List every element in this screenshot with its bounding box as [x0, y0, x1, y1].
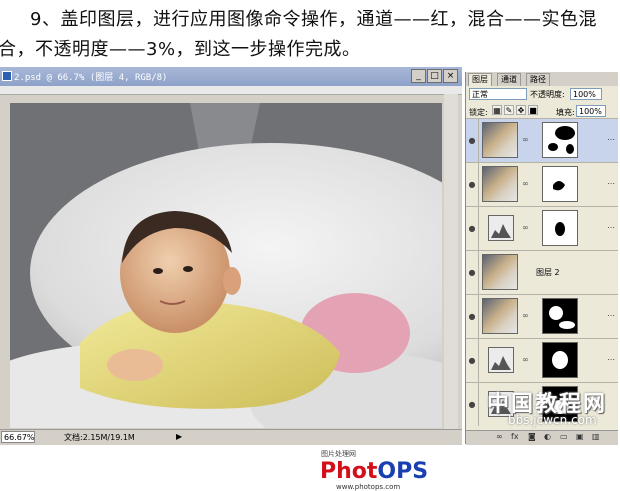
document-titlebar[interactable]: 2.psd @ 66.7% (图层 4, RGB/8) _ □ ×	[0, 67, 462, 86]
panel-tabs: 图层 通道 路径	[466, 72, 618, 86]
layers-bottom-toolbar: ∞ fx ◙ ◐ ▭ ▣ ▥	[466, 430, 618, 445]
mask-shape	[543, 123, 577, 157]
minimize-button[interactable]: _	[411, 69, 426, 83]
blend-mode-select[interactable]: 正常	[469, 88, 527, 100]
chain-link-icon[interactable]: ∞	[522, 311, 529, 320]
adjustment-layer-icon	[488, 215, 514, 241]
photops-logo: PhotOPS	[320, 459, 428, 484]
layer-mask-thumbnail[interactable]	[542, 210, 578, 246]
layer-mask-thumbnail[interactable]	[542, 342, 578, 378]
layer-mask-thumbnail[interactable]	[542, 298, 578, 334]
eye-icon[interactable]: ●	[466, 119, 479, 162]
close-button[interactable]: ×	[443, 69, 458, 83]
opacity-label: 不透明度:	[530, 90, 565, 99]
fill-input[interactable]: 100%	[576, 105, 606, 117]
mask-icon[interactable]: ◙	[528, 432, 536, 441]
trash-icon[interactable]: ▥	[592, 432, 600, 441]
document-title: 2.psd @ 66.7% (图层 4, RGB/8)	[14, 73, 168, 83]
status-menu-arrow-icon[interactable]: ▶	[176, 432, 182, 441]
layer-name[interactable]: 图层 2	[536, 267, 560, 278]
layer-row[interactable]: ● 图层 2	[466, 250, 618, 294]
maximize-button[interactable]: □	[427, 69, 442, 83]
logo-url: www.photops.com	[336, 483, 401, 491]
tutorial-caption: 9、盖印图层，进行应用图像命令操作，通道——红，混合——实色混 合，不透明度——…	[0, 2, 620, 64]
zoom-field[interactable]: 66.67%	[1, 431, 35, 443]
link-icon[interactable]: ∞	[496, 432, 503, 441]
eye-icon[interactable]: ●	[466, 339, 479, 382]
mask-shape	[543, 167, 577, 201]
caption-line-1: 9、盖印图层，进行应用图像命令操作，通道——红，混合——实色混	[30, 9, 597, 30]
logo-caption: 图片处理网	[321, 450, 356, 458]
layer-options-icon[interactable]: ⋯	[607, 311, 615, 320]
chain-link-icon[interactable]: ∞	[522, 355, 529, 364]
chain-link-icon[interactable]: ∞	[522, 179, 529, 188]
layer-options-icon[interactable]: ⋯	[607, 223, 615, 232]
eye-icon[interactable]: ●	[466, 383, 479, 426]
eye-icon[interactable]: ●	[466, 251, 479, 294]
adjustment-layer-icon	[488, 347, 514, 373]
lock-all-icon[interactable]: ■	[528, 105, 538, 115]
eye-icon[interactable]: ●	[466, 163, 479, 206]
image-canvas[interactable]	[10, 103, 442, 428]
layer-thumbnail	[482, 122, 518, 158]
layer-options-icon[interactable]: ⋯	[607, 135, 615, 144]
baby-photo	[10, 103, 442, 428]
folder-icon[interactable]: ▭	[560, 432, 568, 441]
layer-mask-thumbnail[interactable]	[542, 166, 578, 202]
horizontal-ruler	[0, 86, 462, 95]
mask-shape	[543, 211, 577, 245]
adjustment-icon[interactable]: ◐	[544, 432, 551, 441]
lock-position-icon[interactable]: ✥	[516, 105, 526, 115]
chain-link-icon[interactable]: ∞	[522, 223, 529, 232]
tab-layers[interactable]: 图层	[468, 73, 492, 86]
opacity-input[interactable]: 100%	[570, 88, 602, 100]
eye-icon[interactable]: ●	[466, 295, 479, 338]
mask-shape	[543, 299, 577, 333]
vertical-scrollbar[interactable]	[444, 94, 458, 434]
layer-options-icon[interactable]: ⋯	[607, 179, 615, 188]
layer-mask-thumbnail[interactable]	[542, 122, 578, 158]
photoshop-doc-icon	[2, 71, 12, 81]
tab-channels[interactable]: 通道	[497, 73, 521, 86]
histogram-icon	[491, 356, 511, 370]
fx-icon[interactable]: fx	[511, 432, 519, 441]
layer-row[interactable]: ● ∞ ⋯	[466, 294, 618, 338]
logo-text-part1: Phot	[320, 459, 378, 484]
layer-row[interactable]: ● ∞ ⋯	[466, 338, 618, 382]
chain-link-icon[interactable]: ∞	[522, 135, 529, 144]
document-window: 2.psd @ 66.7% (图层 4, RGB/8) _ □ × 图片处理网 …	[0, 67, 462, 491]
tab-paths[interactable]: 路径	[526, 73, 550, 86]
layer-row[interactable]: ● ∞ ⋯	[466, 118, 618, 162]
caption-line-2: 合，不透明度——3%，到这一步操作完成。	[0, 39, 361, 60]
logo-text-part2: OPS	[377, 459, 429, 484]
document-size: 文档:2.15M/19.1M	[64, 433, 135, 442]
watermark-url: bbs.jcwcn.com	[508, 413, 597, 427]
lock-pixels-icon[interactable]: ✎	[504, 105, 514, 115]
eye-icon[interactable]: ●	[466, 207, 479, 250]
layer-row[interactable]: ● ∞ ⋯	[466, 162, 618, 206]
status-bar: 66.67% 文档:2.15M/19.1M ▶	[0, 429, 462, 445]
histogram-icon	[491, 224, 511, 238]
fill-label: 填充:	[556, 108, 575, 117]
lock-label: 锁定:	[469, 108, 488, 117]
layer-thumbnail	[482, 254, 518, 290]
new-layer-icon[interactable]: ▣	[576, 432, 584, 441]
layer-thumbnail	[482, 166, 518, 202]
layer-options-icon[interactable]: ⋯	[607, 355, 615, 364]
mask-shape	[543, 343, 577, 377]
lock-transparency-icon[interactable]: ▦	[492, 105, 502, 115]
layer-thumbnail	[482, 298, 518, 334]
layer-row[interactable]: ● ∞ ⋯	[466, 206, 618, 250]
